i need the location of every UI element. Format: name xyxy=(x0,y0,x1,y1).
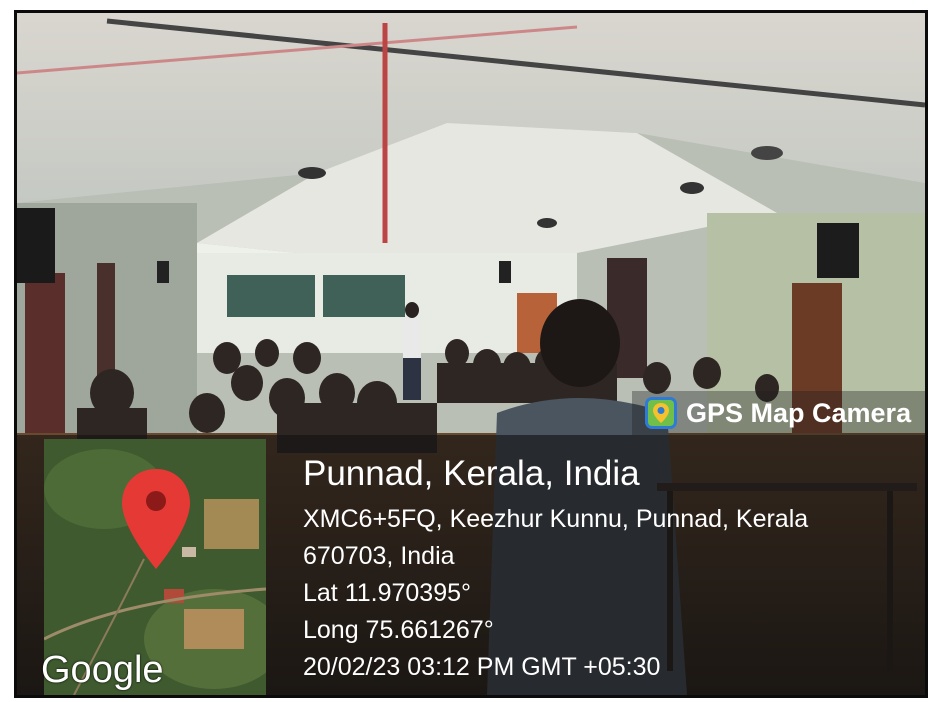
gps-map-camera-icon xyxy=(645,397,677,429)
location-title: Punnad, Kerala, India xyxy=(303,454,640,493)
address-line-1: XMC6+5FQ, Keezhur Kunnu, Punnad, Kerala xyxy=(303,505,809,533)
address-line-2: 670703, India xyxy=(303,542,455,570)
datetime-text: 20/02/23 03:12 PM GMT +05:30 xyxy=(303,653,661,681)
google-logo: Google xyxy=(41,649,164,691)
photo-frame: GPS Map Camera Google Punnad, Kerala, In… xyxy=(14,10,928,698)
gps-map-camera-badge: GPS Map Camera xyxy=(632,391,925,435)
gps-badge-label: GPS Map Camera xyxy=(686,397,912,428)
longitude-text: Long 75.661267° xyxy=(303,616,494,644)
location-info: Punnad, Kerala, India XMC6+5FQ, Keezhur … xyxy=(303,453,808,686)
latitude-text: Lat 11.970395° xyxy=(303,579,472,607)
